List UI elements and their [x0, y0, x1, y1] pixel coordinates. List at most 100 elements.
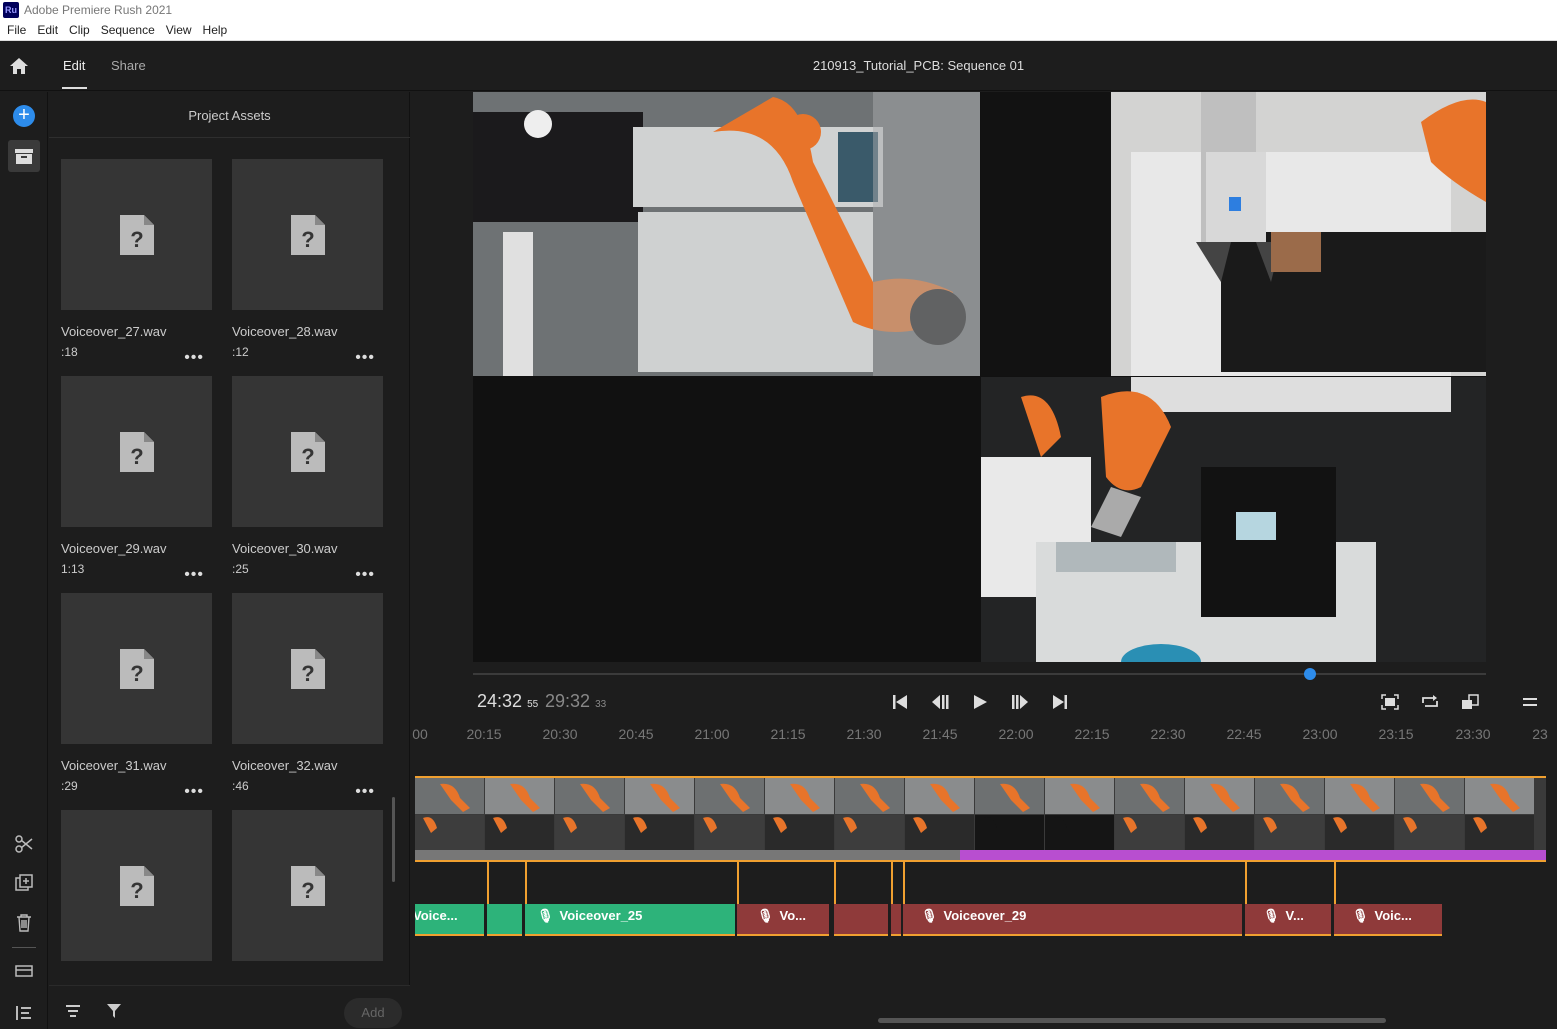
microphone-icon: 🎙	[1352, 908, 1369, 923]
go-to-start-icon[interactable]	[890, 692, 910, 712]
video-track[interactable]	[415, 776, 1546, 862]
menu-icon[interactable]	[1520, 692, 1540, 712]
audio-clip[interactable]: 🎙 Voic...	[1334, 904, 1442, 936]
aspect-ratio-icon[interactable]	[1460, 692, 1480, 712]
audio-clip-label: Voiceover_25	[559, 908, 643, 923]
audio-clip-label: Vo...	[779, 908, 806, 923]
asset-item[interactable]: ? Voiceover_27.wav :18 •••	[61, 159, 212, 366]
current-time: 24:32	[477, 691, 523, 711]
audio-level-strip	[960, 850, 1546, 860]
timeline-horizontal-scrollbar[interactable]	[878, 1018, 1386, 1023]
left-rail: +	[0, 92, 48, 1029]
delete-icon[interactable]	[12, 911, 36, 935]
program-monitor[interactable]	[473, 92, 1486, 662]
clip-link-marker	[1245, 862, 1247, 906]
more-options-icon[interactable]: •••	[355, 783, 375, 801]
add-button[interactable]: Add	[344, 998, 402, 1028]
ruler-tick-label: 23:15	[1378, 726, 1414, 742]
video-thumbnails	[415, 778, 1546, 850]
step-forward-icon[interactable]	[1010, 692, 1030, 712]
assets-scrollbar[interactable]	[392, 797, 395, 882]
svg-text:?: ?	[130, 878, 143, 903]
audio-clip[interactable]	[487, 904, 522, 936]
ruler-tick-label: 20:30	[542, 726, 578, 742]
current-timecode: 24:32 55	[477, 691, 538, 712]
clip-link-marker	[487, 862, 489, 906]
audio-clip[interactable]	[834, 904, 888, 936]
audio-clip[interactable]: Voice...	[415, 904, 484, 936]
asset-name: Voiceover_27.wav	[61, 324, 167, 339]
asset-item[interactable]: ?	[232, 810, 383, 961]
svg-text:?: ?	[301, 444, 314, 469]
ruler-tick-label: 23	[1532, 726, 1548, 742]
asset-item[interactable]: ? Voiceover_32.wav :46 •••	[232, 593, 383, 800]
more-options-icon[interactable]: •••	[355, 566, 375, 584]
play-icon[interactable]	[970, 692, 990, 712]
asset-name: Voiceover_29.wav	[61, 541, 167, 556]
ruler-tick-label: 00	[412, 726, 428, 742]
add-media-icon[interactable]: +	[12, 104, 36, 128]
project-assets-panel: Project Assets ? Voiceover_27.wav :18 ••…	[49, 92, 410, 1029]
more-options-icon[interactable]: •••	[355, 349, 375, 367]
loop-icon[interactable]	[1420, 692, 1440, 712]
ruler-tick-label: 22:00	[998, 726, 1034, 742]
go-to-end-icon[interactable]	[1050, 692, 1070, 712]
menu-sequence[interactable]: Sequence	[101, 23, 155, 37]
window-title: Adobe Premiere Rush 2021	[24, 3, 173, 17]
more-options-icon[interactable]: •••	[184, 566, 204, 584]
asset-item[interactable]: ? Voiceover_30.wav :25 •••	[232, 376, 383, 583]
timeline-ruler[interactable]: 00 20:15 20:30 20:45 21:00 21:15 21:30 2…	[412, 726, 1557, 746]
sort-icon[interactable]	[65, 1004, 81, 1023]
clip-link-marker	[834, 862, 836, 906]
ruler-tick-label: 21:00	[694, 726, 730, 742]
menu-file[interactable]: File	[7, 23, 26, 37]
transitions-icon[interactable]	[12, 959, 36, 983]
asset-item[interactable]: ? Voiceover_28.wav :12 •••	[232, 159, 383, 366]
more-options-icon[interactable]: •••	[184, 783, 204, 801]
video-pane-top-left	[473, 92, 980, 376]
video-pane-top-right	[981, 92, 1486, 376]
menu-view[interactable]: View	[166, 23, 192, 37]
menu-edit[interactable]: Edit	[37, 23, 58, 37]
fit-frame-icon[interactable]	[1380, 692, 1400, 712]
audio-clip[interactable]: 🎙 V...	[1245, 904, 1331, 936]
audio-clip[interactable]: 🎙 Voiceover_29	[903, 904, 1242, 936]
project-assets-icon[interactable]	[12, 144, 36, 168]
menu-clip[interactable]: Clip	[69, 23, 90, 37]
microphone-icon: 🎙	[757, 908, 774, 923]
ruler-tick-label: 20:15	[466, 726, 502, 742]
audio-clip-label: Voiceover_29	[943, 908, 1027, 923]
ruler-tick-label: 22:15	[1074, 726, 1110, 742]
properties-icon[interactable]	[12, 1001, 36, 1025]
unknown-file-icon: ?	[61, 376, 212, 527]
menu-bar: File Edit Clip Sequence View Help	[0, 20, 1557, 41]
asset-item[interactable]: ?	[61, 810, 212, 961]
audio-clip[interactable]	[891, 904, 901, 936]
filter-icon[interactable]	[106, 1003, 122, 1024]
audio-clip[interactable]: 🎙 Voiceover_25	[525, 904, 735, 936]
audio-clip[interactable]: 🎙 Vo...	[737, 904, 829, 936]
asset-name: Voiceover_32.wav	[232, 758, 338, 773]
unknown-file-icon: ?	[232, 376, 383, 527]
preview-playhead[interactable]	[1304, 668, 1316, 680]
assets-title: Project Assets	[49, 92, 410, 138]
asset-item[interactable]: ? Voiceover_31.wav :29 •••	[61, 593, 212, 800]
rail-divider	[12, 947, 36, 948]
svg-text:?: ?	[130, 227, 143, 252]
preview-scrubber-track[interactable]	[473, 673, 1486, 675]
sequence-title: 210913_Tutorial_PCB: Sequence 01	[812, 58, 1025, 73]
menu-help[interactable]: Help	[203, 23, 228, 37]
step-back-icon[interactable]	[930, 692, 950, 712]
asset-item[interactable]: ? Voiceover_29.wav 1:13 •••	[61, 376, 212, 583]
ruler-tick-label: 21:45	[922, 726, 958, 742]
more-options-icon[interactable]: •••	[184, 349, 204, 367]
microphone-icon: 🎙	[537, 908, 554, 923]
current-frames: 55	[527, 699, 539, 710]
ruler-tick-label: 22:30	[1150, 726, 1186, 742]
duration-frames: 33	[595, 699, 607, 710]
split-icon[interactable]	[12, 832, 36, 856]
clip-link-marker	[1334, 862, 1336, 906]
svg-text:?: ?	[130, 444, 143, 469]
ruler-tick-label: 23:30	[1455, 726, 1491, 742]
duplicate-icon[interactable]	[12, 871, 36, 895]
